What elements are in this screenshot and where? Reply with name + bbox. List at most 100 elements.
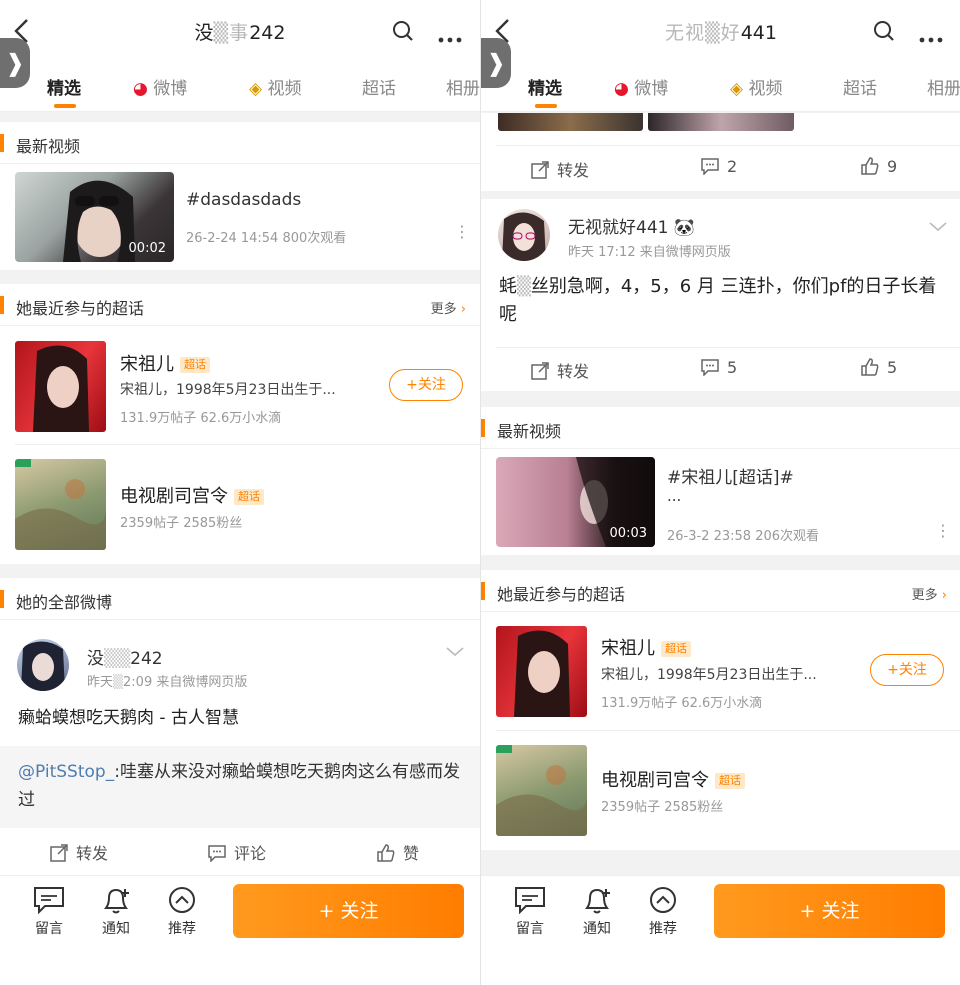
supertopic-badge: 超话 (180, 357, 210, 373)
notify-button[interactable]: 通知 (577, 886, 617, 938)
search-icon[interactable] (392, 20, 414, 46)
topics-header: 她最近参与的超话 更多 › (0, 284, 480, 326)
post-username[interactable]: 没▒▒242 (87, 644, 163, 669)
section-accent-bar (0, 590, 4, 608)
quote-text: @PitSStop_:哇塞从来没对癞蛤蟆想吃天鹅肉这么有感而发过 (18, 758, 468, 814)
like-button[interactable]: 5 (861, 358, 897, 377)
side-drawer-handle[interactable]: ❱ (481, 38, 511, 88)
avatar[interactable] (498, 209, 550, 261)
tab-video[interactable]: ◈ 视频 (730, 74, 782, 99)
comment-button[interactable]: 5 (701, 358, 737, 377)
latest-video-header: 最新视频 (0, 122, 480, 164)
divider (496, 347, 960, 348)
video-more-icon[interactable]: ⋮ (935, 521, 951, 540)
video-meta: 26-2-24 14:54 800次观看 (186, 231, 347, 246)
tab-weibo[interactable]: ◕ 微博 (614, 74, 668, 99)
repost-button[interactable]: 转发 (531, 358, 589, 382)
title-blurred-mark: ▒ (213, 22, 230, 44)
topic-description: 宋祖儿，1998年5月23日出生于... (120, 382, 336, 398)
notify-button[interactable]: 通知 (96, 886, 136, 938)
tab-weibo[interactable]: ◕ 微博 (133, 74, 187, 99)
post-image-strip[interactable] (648, 113, 794, 131)
topic-name[interactable]: 电视剧司宫令 超话 (120, 482, 264, 508)
more-options-icon[interactable] (438, 28, 462, 47)
tab-featured[interactable]: 精选 (47, 74, 81, 99)
video-card[interactable]: 00:03 #宋祖儿[超话]# ... 26-3-2 23:58 206次观看 … (481, 449, 960, 555)
message-button[interactable]: 留言 (510, 886, 550, 938)
username-text: 无视就好441 (568, 218, 669, 238)
repost-button[interactable]: 转发 (531, 157, 589, 181)
video-thumbnail[interactable]: 00:02 (15, 172, 174, 262)
topic-image-sigongling[interactable] (15, 459, 106, 550)
portrait-image (33, 345, 89, 432)
search-icon[interactable] (873, 20, 895, 46)
video-card[interactable]: 00:02 #dasdasdads 26-2-24 14:54 800次观看 ⋮ (0, 164, 480, 270)
video-duration: 00:02 (128, 241, 166, 256)
comment-label: 评论 (234, 844, 267, 863)
side-drawer-handle[interactable]: ❱ (0, 38, 30, 88)
section-title: 她的全部微博 (16, 593, 113, 612)
quoted-comment[interactable]: @PitSStop_:哇塞从来没对癞蛤蟆想吃天鹅肉这么有感而发过 (0, 746, 480, 828)
topics-more-link[interactable]: 更多 › (912, 584, 947, 603)
more-options-icon[interactable] (919, 28, 943, 47)
topics-header: 她最近参与的超话 更多 › (481, 570, 960, 612)
message-button[interactable]: 留言 (29, 886, 69, 938)
avatar[interactable] (17, 639, 69, 691)
topic-stats: 2359帖子 2585粉丝 (120, 516, 243, 531)
tab-supertopic[interactable]: 超话 (362, 74, 396, 99)
topic-stats: 2359帖子 2585粉丝 (601, 800, 724, 815)
tab-album[interactable]: 相册 (446, 74, 480, 99)
topic-image-songzuer[interactable] (496, 626, 587, 717)
topic-image-sigongling[interactable] (496, 745, 587, 836)
section-accent-bar (481, 419, 485, 437)
all-posts-header: 她的全部微博 (0, 578, 480, 620)
username-end: 242 (130, 649, 163, 669)
post-meta: 昨天 17:12 来自微博网页版 (568, 245, 731, 260)
title-blurred-mark: ▒ (705, 22, 721, 44)
avatar-image (502, 212, 546, 261)
video-meta: 26-3-2 23:58 206次观看 (667, 529, 820, 544)
video-more-icon[interactable]: ⋮ (454, 222, 470, 241)
tab-album[interactable]: 相册 (927, 74, 960, 99)
chevron-down-icon[interactable] (446, 642, 464, 661)
comment-button[interactable]: 评论 (208, 840, 266, 864)
video-title[interactable]: #dasdasdads (186, 190, 301, 210)
comment-count: 2 (727, 157, 738, 176)
topic-name[interactable]: 宋祖儿 超话 (601, 634, 691, 660)
recommend-button[interactable]: 推荐 (162, 886, 202, 938)
body-blurred-mark: ▒ (517, 276, 531, 297)
recommend-button[interactable]: 推荐 (643, 886, 683, 938)
follow-button[interactable]: + 关注 (714, 884, 945, 938)
like-button[interactable]: 9 (861, 157, 897, 176)
post-meta: 昨天▒2:09 来自微博网页版 (87, 671, 247, 690)
tab-video-label: 视频 (267, 79, 302, 99)
comment-button[interactable]: 2 (701, 157, 737, 176)
like-label: 赞 (403, 844, 420, 863)
supertopic-badge: 超话 (661, 641, 691, 657)
weibo-logo-icon: ◕ (614, 79, 635, 99)
thumbs-up-icon (861, 157, 879, 175)
section-title: 最新视频 (497, 422, 562, 441)
topic-image-songzuer[interactable] (15, 341, 106, 432)
topic-name[interactable]: 宋祖儿 超话 (120, 350, 210, 376)
tab-featured[interactable]: 精选 (528, 74, 562, 99)
chevron-down-icon[interactable] (929, 217, 947, 236)
follow-topic-button[interactable]: +关注 (870, 654, 944, 686)
right-screen: 无视▒好441 ❱ 精选 ◕ 微博 ◈ 视频 超话 相册 转发 2 9 无视就好… (480, 0, 960, 985)
video-title[interactable]: #宋祖儿[超话]# (667, 463, 794, 488)
topics-more-link[interactable]: 更多 › (431, 298, 466, 317)
follow-button[interactable]: + 关注 (233, 884, 464, 938)
topic-name[interactable]: 电视剧司宫令 超话 (601, 766, 745, 792)
repost-button[interactable]: 转发 (50, 840, 108, 864)
mention-link[interactable]: @PitSStop_ (18, 762, 114, 782)
video-thumbnail[interactable]: 00:03 (496, 457, 655, 547)
post-image-strip[interactable] (498, 113, 643, 131)
repost-icon (531, 362, 549, 380)
tab-video[interactable]: ◈ 视频 (249, 74, 301, 99)
username-start: 没 (87, 649, 104, 669)
post-username[interactable]: 无视就好441 🐼 (568, 213, 695, 238)
portrait-image (514, 630, 570, 717)
tab-supertopic[interactable]: 超话 (843, 74, 877, 99)
like-button[interactable]: 赞 (377, 840, 419, 864)
follow-topic-button[interactable]: +关注 (389, 369, 463, 401)
